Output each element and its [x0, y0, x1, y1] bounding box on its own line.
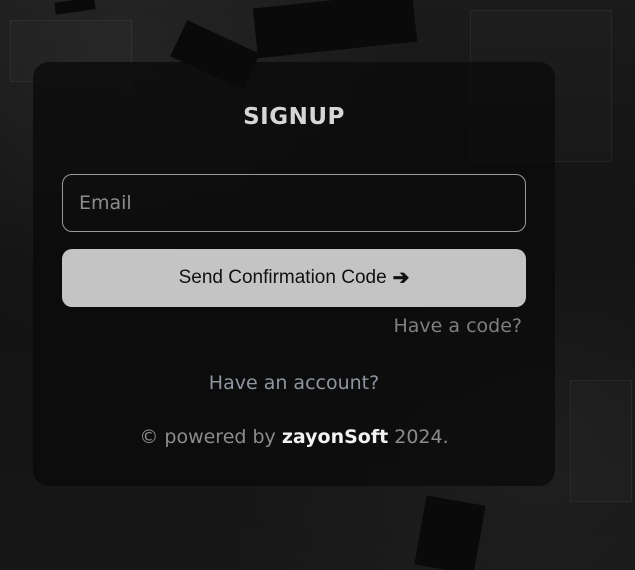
- send-button-label: Send Confirmation Code: [178, 267, 387, 288]
- footer-credit: © powered by zayonSoft 2024.: [0, 426, 588, 448]
- footer-prefix: © powered by: [139, 426, 276, 448]
- send-confirmation-code-button[interactable]: Send Confirmation Code ➔: [62, 249, 526, 307]
- signup-page: SIGNUP Send Confirmation Code ➔ Have a c…: [0, 0, 635, 570]
- arrow-right-icon: ➔: [392, 267, 410, 289]
- page-title: SIGNUP: [243, 104, 345, 130]
- email-field[interactable]: [62, 174, 526, 232]
- have-code-link[interactable]: Have a code?: [0, 315, 523, 337]
- graduation-cap-shape: [252, 0, 418, 59]
- footer-brand: zayonSoft: [281, 426, 389, 448]
- graduation-cap-shape: [414, 495, 486, 570]
- have-account-link[interactable]: Have an account?: [0, 372, 588, 394]
- footer-year: 2024.: [394, 426, 449, 448]
- graduation-cap-shape: [54, 0, 96, 15]
